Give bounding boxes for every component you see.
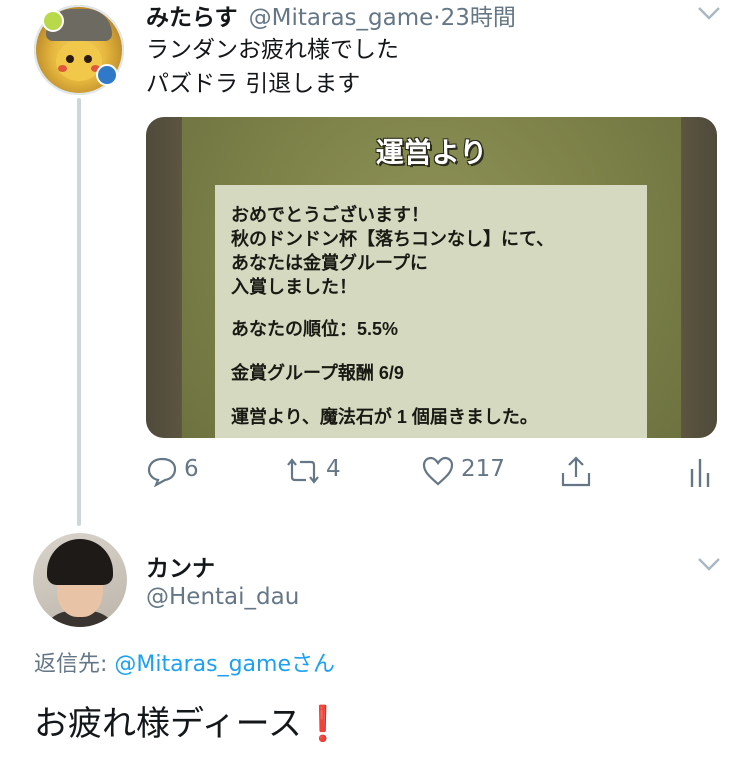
heart-icon (422, 456, 454, 486)
media-line: おめでとうございます！ (231, 205, 429, 225)
media-line: 運営より、魔法石が 1 個届きました。 (231, 407, 538, 427)
author-name[interactable]: みたらす (146, 5, 238, 31)
analytics-icon[interactable] (688, 457, 712, 487)
chevron-down-icon[interactable] (697, 557, 721, 571)
media-line: 金賞グループ報酬 6/9 (231, 363, 404, 383)
reply-author-handle[interactable]: @Hentai_dau (146, 584, 299, 610)
reply-to-suffix: さん (291, 652, 336, 677)
retweet-icon (287, 458, 319, 484)
media-line: あなたは金賞グループに (231, 253, 428, 273)
reply-text: お疲れ様ディース❗ (34, 696, 344, 745)
avatar-badge-icon (42, 10, 64, 32)
tweet-time[interactable]: 23時間 (441, 5, 516, 31)
reply-button[interactable]: 6 (146, 455, 199, 488)
media-line: 秋のドンドン杯【落ちコンなし】にて、 (231, 229, 555, 249)
tweet-header: みたらす @Mitaras_game·23時間 (146, 0, 516, 32)
like-button[interactable]: 217 (421, 455, 505, 491)
thread-line (77, 98, 81, 526)
reply-text-body: お疲れ様ディース (34, 704, 302, 744)
reply-to-line: 返信先: @Mitaras_gameさん (34, 646, 335, 678)
like-count: 217 (461, 456, 505, 482)
media-line: あなたの順位：5.5% (231, 319, 399, 339)
reply-to-handle-link[interactable]: @Mitaras_game (114, 652, 291, 677)
tweet-media-image[interactable]: 運営より おめでとうございます！ 秋のドンドン杯【落ちコンなし】にて、 あなたは… (146, 117, 717, 438)
avatar-badge-icon (96, 64, 118, 86)
reply-author-avatar[interactable] (33, 533, 127, 627)
exclamation-icon: ❗ (301, 704, 345, 744)
share-icon[interactable] (559, 455, 593, 489)
chevron-down-icon[interactable] (697, 6, 721, 20)
tweet-line: パズドラ 引退します (146, 71, 361, 97)
author-handle[interactable]: @Mitaras_game (249, 5, 434, 31)
separator: · (433, 5, 441, 31)
media-line: 入賞しました！ (231, 277, 357, 297)
retweet-count: 4 (326, 456, 341, 482)
tweet-line: ランダンお疲れ様でした (146, 37, 399, 63)
media-title: 運営より (375, 137, 488, 168)
tweet-actions: 6 4 217 (146, 455, 726, 489)
retweet-button[interactable]: 4 (284, 455, 341, 491)
tweet-text: ランダンお疲れ様でした パズドラ 引退します (146, 33, 399, 101)
reply-icon (147, 457, 177, 488)
reply-count: 6 (184, 456, 199, 482)
reply-author-name[interactable]: カンナ (146, 549, 215, 583)
reply-to-prefix: 返信先: (34, 652, 115, 677)
